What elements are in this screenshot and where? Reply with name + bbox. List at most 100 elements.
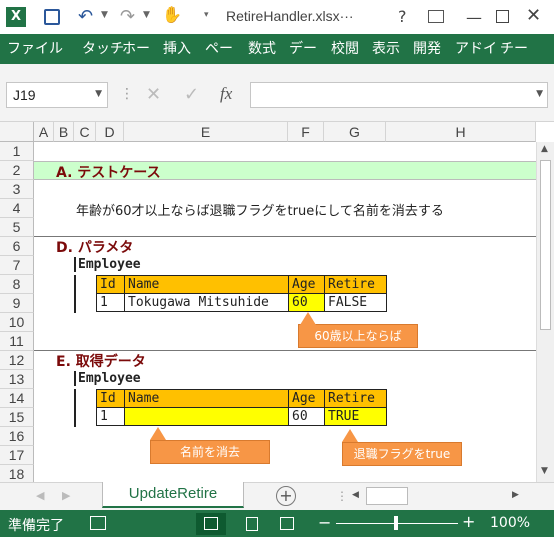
param-cell-retire[interactable]: FALSE	[324, 293, 387, 312]
vertical-scroll-thumb[interactable]	[540, 160, 551, 330]
scroll-down-icon[interactable]: ▼	[541, 466, 548, 476]
zoom-in-button[interactable]: +	[462, 512, 475, 531]
callout-retire: 退職フラグをtrue	[342, 442, 462, 466]
row-header-15[interactable]: 15	[0, 408, 34, 427]
redo-icon[interactable]: ↷	[120, 6, 135, 27]
help-button[interactable]: ?	[398, 7, 407, 26]
cancel-icon[interactable]: ✕	[146, 84, 161, 105]
tab-insert[interactable]: 挿入	[163, 34, 191, 64]
add-sheet-button[interactable]: +	[276, 486, 296, 506]
column-header-f[interactable]: F	[288, 122, 324, 142]
param-header-age: Age	[288, 275, 325, 294]
result-cell-id[interactable]: 1	[96, 407, 125, 426]
row-header-9[interactable]: 9	[0, 294, 34, 313]
macro-record-icon[interactable]	[90, 516, 106, 530]
row-header-12[interactable]: 12	[0, 351, 34, 370]
zoom-level[interactable]: 100%	[490, 515, 530, 531]
column-header-a[interactable]: A	[34, 122, 54, 142]
sheet-tab-updateretire[interactable]: UpdateRetire	[102, 482, 244, 508]
next-sheet-icon[interactable]: ▶	[62, 489, 70, 502]
save-icon[interactable]	[44, 9, 60, 25]
page-break-view-icon[interactable]	[280, 517, 294, 530]
enter-icon[interactable]: ✓	[184, 84, 199, 105]
vertical-scrollbar[interactable]: ▲ ▼	[536, 142, 554, 482]
tab-view[interactable]: 表示	[372, 34, 400, 64]
status-bar: 準備完了 − + 100%	[0, 510, 554, 537]
row-header-5[interactable]: 5	[0, 218, 34, 237]
touch-mode-icon[interactable]: ✋	[162, 5, 182, 24]
scroll-up-icon[interactable]: ▲	[541, 144, 548, 154]
prev-sheet-icon[interactable]: ◀	[36, 489, 44, 502]
row-header-7[interactable]: 7	[0, 256, 34, 275]
param-table-name: Employee	[74, 257, 141, 272]
row-header-4[interactable]: 4	[0, 199, 34, 218]
zoom-out-button[interactable]: −	[318, 513, 331, 532]
worksheet-grid[interactable]: A B C D E F G H 1 2 3 4 5 6 7 8 9 10 11 …	[0, 122, 554, 482]
formula-bar-grip-icon[interactable]: ⋮	[120, 86, 134, 102]
param-cell-name[interactable]: Tokugawa Mitsuhide	[124, 293, 289, 312]
tab-home[interactable]: ホー	[122, 34, 150, 64]
column-header-d[interactable]: D	[96, 122, 124, 142]
row-header-8[interactable]: 8	[0, 275, 34, 294]
tab-page-layout[interactable]: ペー	[205, 34, 233, 64]
row-header-18[interactable]: 18	[0, 465, 34, 482]
row-header-13[interactable]: 13	[0, 370, 34, 389]
callout-name-pointer	[150, 427, 166, 440]
row-header-6[interactable]: 6	[0, 237, 34, 256]
column-header-e[interactable]: E	[124, 122, 288, 142]
result-cell-age[interactable]: 60	[288, 407, 325, 426]
minimize-button[interactable]: —	[466, 8, 482, 27]
tab-file[interactable]: ファイル	[0, 34, 70, 64]
redo-dropdown-icon[interactable]: ▼	[143, 10, 150, 20]
chevron-down-icon[interactable]: ▼	[95, 89, 102, 99]
tab-touch[interactable]: タッチ	[82, 34, 124, 64]
tab-team[interactable]: チー	[500, 34, 528, 64]
result-table-name: Employee	[74, 371, 141, 386]
restore-button[interactable]	[496, 10, 509, 23]
result-table: Id Name Age Retire 1 60 TRUE	[96, 389, 387, 426]
section-e-title: E. 取得データ	[56, 354, 146, 370]
insert-function-icon[interactable]: fx	[220, 84, 232, 104]
tab-split-grip-icon[interactable]: ⋮	[336, 489, 348, 503]
horizontal-scroll-thumb[interactable]	[366, 487, 408, 505]
row-header-16[interactable]: 16	[0, 427, 34, 446]
row-header-3[interactable]: 3	[0, 180, 34, 199]
result-header-age: Age	[288, 389, 325, 408]
row-header-14[interactable]: 14	[0, 389, 34, 408]
select-all-corner[interactable]	[0, 122, 34, 142]
tab-data[interactable]: デー	[289, 34, 317, 64]
result-header-id: Id	[96, 389, 125, 408]
row-header-17[interactable]: 17	[0, 446, 34, 465]
callout-age: 60歳以上ならば	[298, 324, 418, 348]
window-title: RetireHandler.xlsx···	[226, 8, 354, 24]
param-cell-id[interactable]: 1	[96, 293, 125, 312]
tab-review[interactable]: 校閲	[331, 34, 359, 64]
row-header-11[interactable]: 11	[0, 332, 34, 351]
expand-formula-icon[interactable]: ▼	[536, 89, 543, 99]
tab-formulas[interactable]: 数式	[248, 34, 276, 64]
row-header-1[interactable]: 1	[0, 142, 34, 161]
column-header-c[interactable]: C	[74, 122, 96, 142]
status-ready: 準備完了	[8, 518, 64, 534]
tab-developer[interactable]: 開発	[413, 34, 441, 64]
result-cell-name[interactable]	[124, 407, 289, 426]
scroll-left-icon[interactable]: ◀	[352, 490, 359, 500]
undo-icon[interactable]: ↶	[78, 6, 93, 27]
page-layout-view-icon[interactable]	[246, 517, 258, 531]
scroll-right-icon[interactable]: ▶	[512, 490, 519, 500]
column-header-g[interactable]: G	[324, 122, 386, 142]
qat-dropdown-icon[interactable]: ▾	[204, 10, 209, 20]
row-header-10[interactable]: 10	[0, 313, 34, 332]
name-box[interactable]: J19 ▼	[6, 82, 108, 108]
zoom-slider-thumb[interactable]	[394, 516, 398, 530]
close-button[interactable]: ✕	[526, 5, 541, 26]
column-header-b[interactable]: B	[54, 122, 74, 142]
param-cell-age[interactable]: 60	[288, 293, 325, 312]
row-header-2[interactable]: 2	[0, 161, 34, 180]
formula-input[interactable]: ▼	[250, 82, 548, 108]
result-cell-retire[interactable]: TRUE	[324, 407, 387, 426]
column-header-h[interactable]: H	[386, 122, 536, 142]
undo-dropdown-icon[interactable]: ▼	[101, 10, 108, 20]
tab-addins[interactable]: アドイ	[455, 34, 497, 64]
ribbon-display-icon[interactable]	[428, 10, 444, 23]
